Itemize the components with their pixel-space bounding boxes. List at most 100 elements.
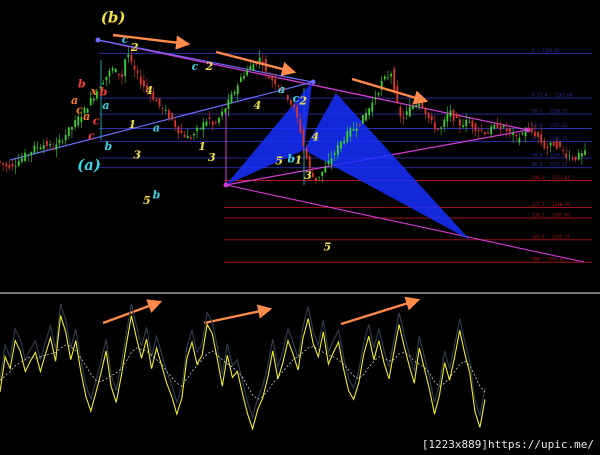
wave-label: 3 [133,148,141,161]
candle-body [8,164,11,169]
candle-body [443,119,446,127]
candle-body [468,121,471,123]
candle-body [471,120,474,128]
candle-body [268,76,270,79]
candle-body [509,128,511,132]
candle-body [71,127,73,130]
candle-body [455,113,458,119]
trend-arrow [215,50,297,76]
wave-label: 5 [143,194,151,207]
candle-body [42,145,45,149]
candle-body [305,148,308,159]
candle-body [427,112,430,119]
wave-label: 5 [275,155,283,168]
candle-body [202,122,205,131]
fib-label: 78.6 · 1254.32 [532,153,568,158]
candle-body [355,128,358,132]
candle-body [20,158,23,162]
candle-body [105,76,108,81]
candle-body [449,110,452,117]
candle-body [327,160,330,165]
wave-label: c [192,60,199,73]
trend-arrow [203,304,273,325]
candle-body [527,128,530,130]
trend-arrow [340,296,421,326]
candle-body [74,120,76,127]
candle-body [565,153,568,158]
candle-body [249,65,252,70]
wave-label: x [90,85,98,98]
candle-body [505,128,508,132]
candle-body [493,124,496,129]
candle-body [418,103,421,107]
candle-body [52,148,55,150]
candle-body [530,128,533,133]
candle-body [171,112,173,120]
candle-body [36,147,39,149]
candle-body [218,117,220,123]
candle-body [0,161,1,163]
candle-body [92,98,95,101]
candle-body [158,98,161,106]
candle-body [465,119,468,127]
candle-body [568,155,571,157]
candle-body [580,153,583,157]
candle-body [39,147,42,150]
candle-body [512,133,514,135]
wave-label: 2 [298,95,307,108]
candle-body [574,156,577,161]
wave-label: b [100,86,108,99]
candle-body [405,111,408,115]
candle-body [499,125,502,130]
candle-body [559,141,561,147]
candle-body [349,128,352,137]
candle-body [402,117,405,119]
candle-body [77,116,80,126]
wave-label: a [83,110,90,123]
candle-body [199,128,202,129]
candle-body [67,127,70,136]
candle-body [452,109,455,121]
candle-body [180,130,183,134]
candle-body [168,110,170,119]
candle-body [49,143,51,146]
wave-label: 2 [130,41,139,54]
candle-body [340,141,342,149]
candle-body [30,152,33,155]
candle-body [121,74,123,77]
candle-body [390,73,392,77]
candle-body [383,76,386,80]
candle-body [102,82,105,85]
candle-body [343,140,346,144]
candle-body [139,76,142,85]
candle-body [537,132,539,138]
candle-body [221,111,224,116]
candle-body [358,123,361,126]
harmonic-pattern [226,82,470,240]
candle-body [437,128,439,130]
candle-body [174,120,177,127]
wave-label: c [93,114,100,127]
anchor-point [95,37,101,43]
candle-body [130,54,133,63]
candle-body [515,134,518,136]
candle-body [64,134,67,141]
fib-label: 38.2 · 1259.25 [532,109,568,114]
candle-body [396,85,399,103]
candle-body [368,108,371,116]
candle-body [524,131,527,137]
candle-body [584,150,586,155]
candle-body [117,73,120,76]
candle-body [540,134,543,143]
candle-body [315,177,317,181]
candle-body [111,68,114,71]
candle-body [462,125,464,128]
candle-body [136,70,139,73]
candle-body [2,163,5,165]
candle-body [430,115,433,121]
candle-body [346,131,349,142]
candle-body [333,152,336,155]
candle-body [33,145,36,153]
candle-body [296,106,299,118]
fib-label: 0 · 1266.04 [532,48,560,53]
